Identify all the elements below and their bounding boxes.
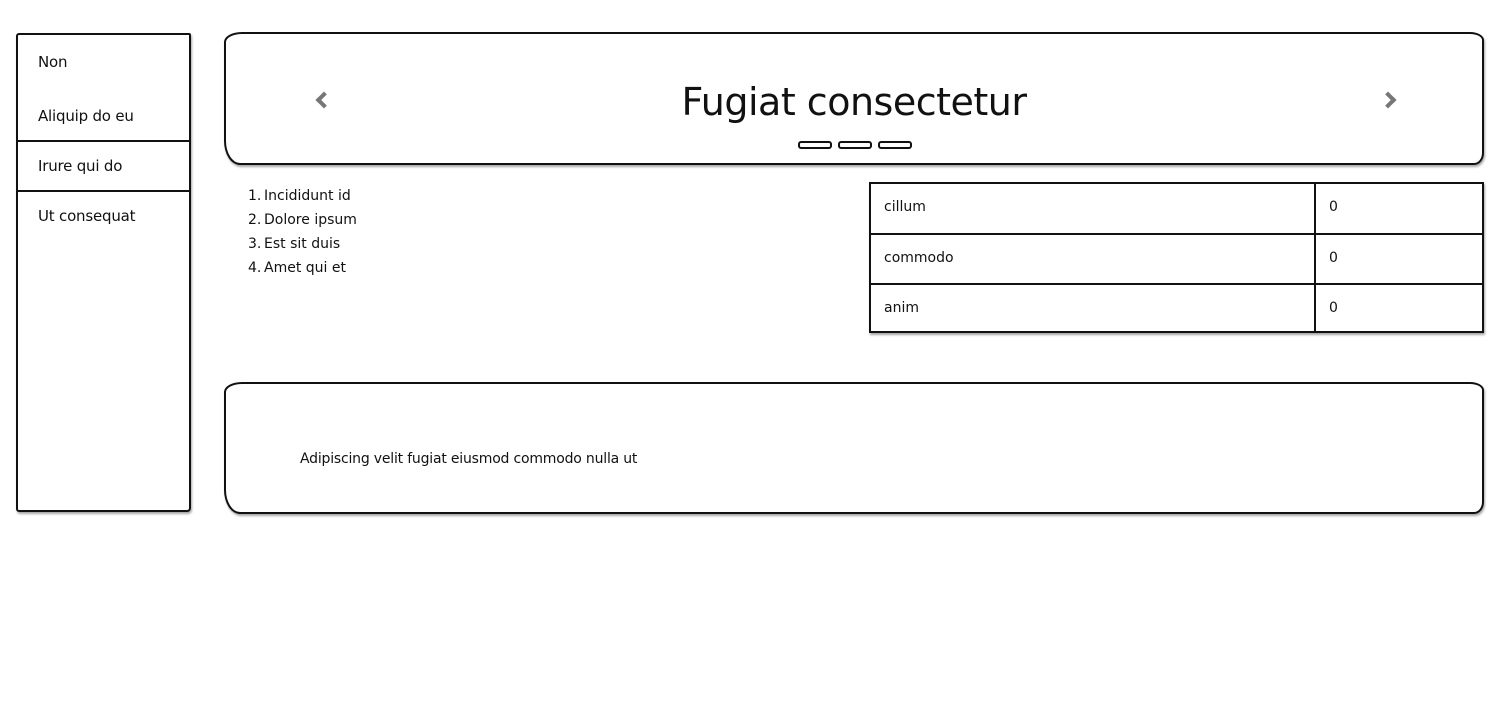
carousel-title: Fugiat consectetur — [681, 80, 1028, 124]
table-cell-name: commodo — [884, 250, 954, 266]
carousel-indicator[interactable] — [798, 141, 832, 149]
table-cell-name: anim — [884, 300, 919, 316]
table-cell-name: cillum — [884, 199, 926, 215]
sidebar-item-aliquip[interactable]: Aliquip do eu — [18, 107, 189, 125]
sidebar-item-irure[interactable]: Irure qui do — [18, 157, 189, 175]
list-item: 1. Incididunt id — [248, 188, 351, 204]
list-item: 4. Amet qui et — [248, 260, 346, 276]
data-table: cillum 0 commodo 0 anim 0 — [869, 182, 1484, 333]
carousel-indicators — [798, 141, 912, 149]
table-cell-value: 0 — [1329, 250, 1338, 266]
sidebar-divider — [18, 190, 189, 192]
sidebar-item-ut-consequat[interactable]: Ut consequat — [18, 207, 189, 225]
sidebar: Non Aliquip do eu Irure qui do Ut conseq… — [16, 33, 191, 512]
table-row[interactable]: anim 0 — [871, 283, 1482, 332]
table-cell-value: 0 — [1329, 300, 1338, 316]
list-item: 3. Est sit duis — [248, 236, 341, 252]
text-panel-body: Adipiscing velit fugiat eiusmod commodo … — [300, 451, 638, 467]
sidebar-divider — [18, 140, 189, 142]
sidebar-item-non[interactable]: Non — [18, 53, 189, 71]
list-item: 2. Dolore ipsum — [248, 212, 357, 228]
ordered-list: 1. Incididunt id 2. Dolore ipsum 3. Est sit… — [248, 184, 357, 280]
page: Non Aliquip do eu Irure qui do Ut conseq… — [0, 0, 1500, 720]
table-row[interactable]: cillum 0 — [871, 184, 1482, 233]
carousel-indicator[interactable] — [878, 141, 912, 149]
carousel-indicator[interactable] — [838, 141, 872, 149]
text-panel: Adipiscing velit fugiat eiusmod commodo … — [224, 382, 1484, 514]
carousel: Fugiat consectetur — [224, 32, 1484, 165]
table-row[interactable]: commodo 0 — [871, 233, 1482, 282]
table-cell-value: 0 — [1329, 199, 1338, 215]
